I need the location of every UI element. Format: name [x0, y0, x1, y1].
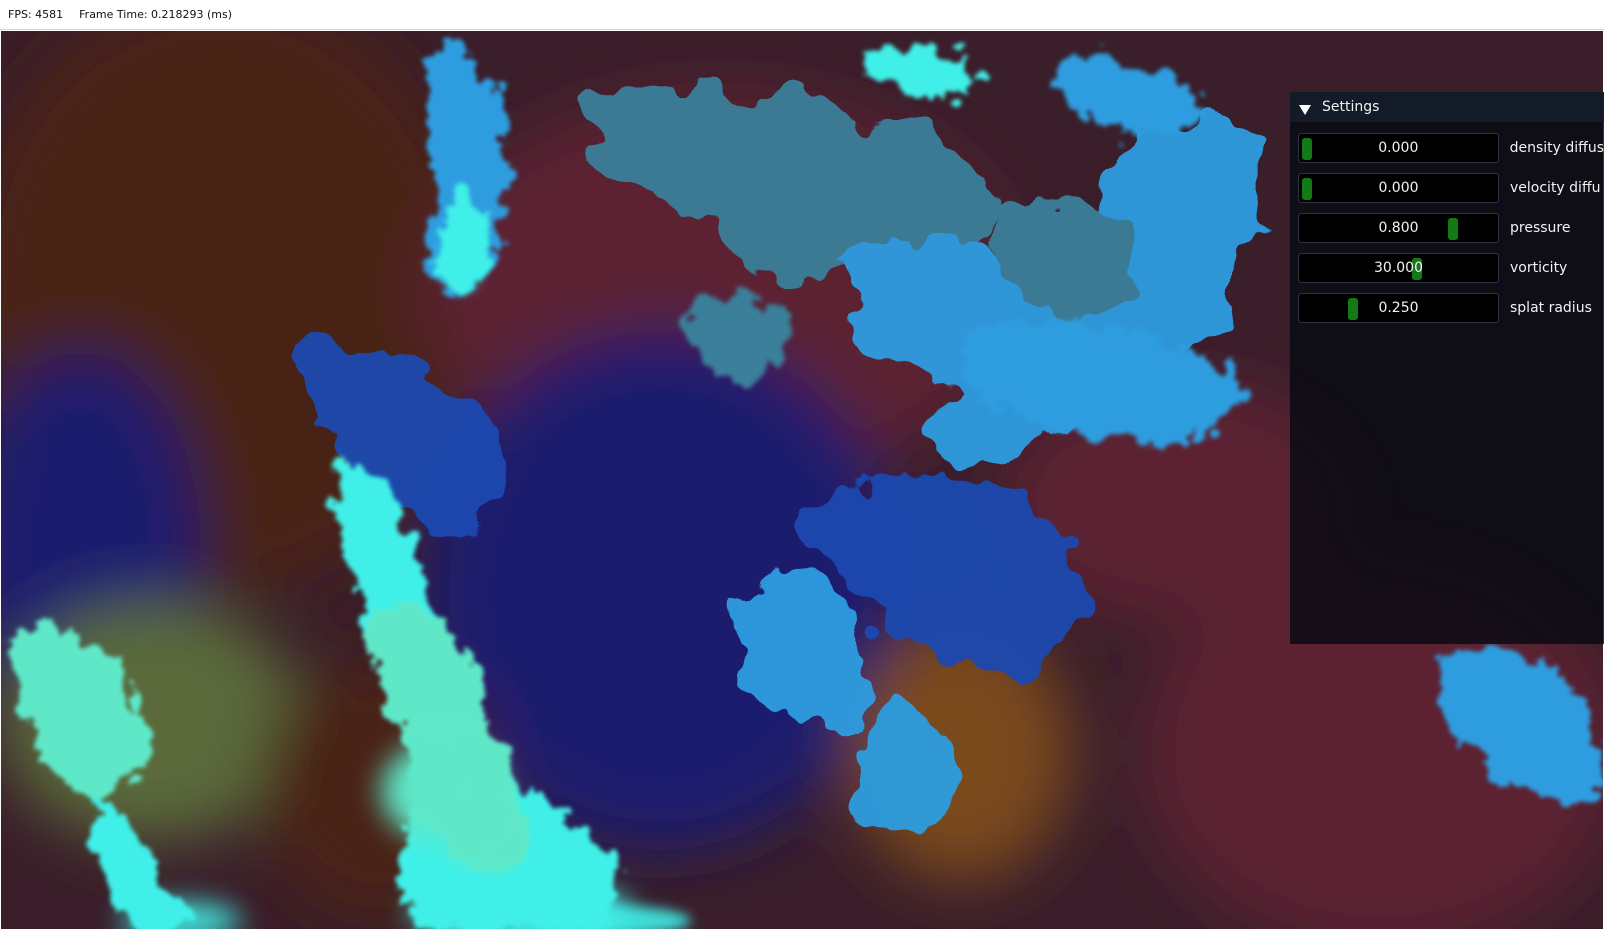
slider-label: pressure	[1510, 220, 1571, 236]
slider-label: velocity diffu	[1510, 180, 1601, 196]
fps-readout: FPS: 4581	[8, 8, 64, 21]
slider-row-vorticity: 30.000 vorticity	[1298, 248, 1604, 288]
vorticity-slider[interactable]: 30.000	[1298, 253, 1499, 283]
frame-time-readout: Frame Time: 0.218293 (ms)	[79, 8, 233, 21]
slider-row-splat-radius: 0.250 splat radius	[1298, 288, 1604, 328]
slider-value: 0.250	[1378, 300, 1419, 316]
pressure-slider[interactable]: 0.800	[1298, 213, 1499, 243]
slider-row-pressure: 0.800 pressure	[1298, 208, 1604, 248]
splat-radius-slider[interactable]: 0.250	[1298, 293, 1499, 323]
settings-body: 0.000 density diffus 0.000 velocity diff…	[1290, 122, 1604, 328]
slider-label: splat radius	[1510, 300, 1592, 316]
slider-value: 0.000	[1378, 180, 1419, 196]
title-bar: FPS: 4581 Frame Time: 0.218293 (ms)	[0, 0, 1604, 30]
settings-header[interactable]: Settings	[1290, 92, 1604, 122]
app-window: FPS: 4581 Frame Time: 0.218293 (ms) Sett…	[0, 0, 1604, 929]
title-stats: FPS: 4581 Frame Time: 0.218293 (ms)	[8, 8, 248, 21]
slider-label: density diffus	[1509, 140, 1604, 156]
slider-label: vorticity	[1510, 260, 1568, 276]
settings-title: Settings	[1322, 99, 1380, 115]
velocity-diffusion-slider[interactable]: 0.000	[1298, 173, 1499, 203]
slider-value: 0.800	[1378, 220, 1419, 236]
slider-value: 0.000	[1378, 140, 1419, 156]
slider-row-density-diffusion: 0.000 density diffus	[1298, 128, 1604, 168]
density-diffusion-slider[interactable]: 0.000	[1298, 133, 1499, 163]
triangle-down-icon[interactable]	[1298, 101, 1312, 115]
slider-row-velocity-diffusion: 0.000 velocity diffu	[1298, 168, 1604, 208]
slider-value: 30.000	[1374, 260, 1423, 276]
settings-panel: Settings 0.000 density diffus 0.000 velo…	[1290, 92, 1604, 644]
